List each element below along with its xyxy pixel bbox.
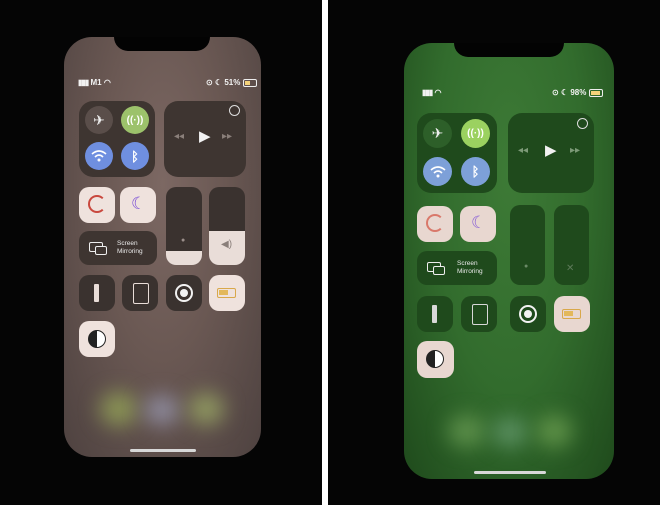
flashlight-icon [94, 284, 99, 302]
brightness-slider[interactable]: ● [510, 205, 545, 285]
status-bar: ▮▮▮ ◠ ⊙ ☾ 98% [422, 88, 603, 97]
fast-forward-icon[interactable]: ▸▸ [570, 145, 580, 156]
blurred-dock-icon [492, 417, 528, 447]
moon-icon: ☾ [214, 78, 223, 87]
airplay-icon[interactable] [229, 105, 240, 116]
screen-mirroring-button[interactable]: Screen Mirroring [79, 231, 157, 265]
dark-mode-button[interactable] [79, 321, 115, 357]
notch [114, 37, 210, 51]
bluetooth-icon: ᛒ [131, 148, 139, 164]
blurred-dock-icon [100, 392, 138, 426]
cellular-data-button[interactable]: ((·)) [121, 106, 149, 134]
music-panel: ◂◂ ▶ ▸▸ [508, 113, 594, 193]
battery-icon [588, 88, 603, 97]
notch [454, 43, 564, 57]
blurred-dock-icon [188, 393, 224, 425]
left-phone-screen: ▮▮▮ M1 ◠ ⊙ ☾ 51% ✈ ((·)) ᛒ ◂◂ ▶ ▸▸ ☾ ● ◀… [64, 37, 261, 457]
do-not-disturb-button[interactable]: ☾ [120, 187, 156, 223]
screen-mirroring-button[interactable]: Screen Mirroring [417, 251, 497, 285]
lock-rotation-icon: ⊙ [552, 88, 559, 97]
battery-icon [242, 78, 257, 87]
brightness-slider[interactable]: ● [166, 187, 202, 265]
calculator-icon [133, 283, 149, 304]
brightness-level [166, 251, 202, 265]
play-icon[interactable]: ▶ [545, 141, 557, 159]
right-photo: ▮▮▮ ◠ ⊙ ☾ 98% ✈ ((·)) ᛒ ◂◂ ▶ ▸▸ ☾ ● ✕ Sc… [328, 0, 660, 505]
music-panel: ◂◂ ▶ ▸▸ [164, 101, 246, 177]
lock-rotation-icon: ⊙ [206, 78, 213, 87]
connectivity-panel: ✈ ((·)) ᛒ [417, 113, 497, 193]
cellular-icon: ((·)) [126, 114, 144, 126]
blurred-dock-icon [448, 415, 486, 447]
brightness-icon: ● [181, 237, 186, 244]
screen-mirroring-label-2: Mirroring [457, 268, 483, 275]
rotation-lock-button[interactable] [417, 206, 453, 242]
airplane-mode-button[interactable]: ✈ [423, 119, 452, 148]
bluetooth-icon: ᛒ [471, 164, 480, 179]
screen-mirroring-label-2: Mirroring [117, 248, 143, 255]
calculator-button[interactable] [122, 275, 158, 311]
wifi-icon: ◠ [434, 88, 442, 97]
flashlight-button[interactable] [417, 296, 453, 332]
home-indicator [474, 471, 546, 474]
wifi-icon: ◠ [103, 78, 111, 87]
calculator-icon [472, 304, 488, 325]
volume-icon: ✕ [566, 263, 575, 274]
screen-record-button[interactable] [510, 296, 546, 332]
blurred-dock-icon [144, 395, 180, 425]
volume-slider[interactable]: ◀) [209, 187, 245, 265]
airplane-icon: ✈ [93, 111, 105, 128]
dark-mode-icon [426, 350, 444, 368]
volume-slider[interactable]: ✕ [554, 205, 589, 285]
brightness-icon: ● [524, 263, 529, 270]
airplane-icon: ✈ [431, 125, 444, 141]
wifi-button[interactable] [423, 157, 452, 186]
rotation-lock-icon [88, 195, 106, 213]
rewind-icon[interactable]: ◂◂ [518, 145, 528, 156]
connectivity-panel: ✈ ((·)) ᛒ [79, 101, 155, 177]
screen-record-button[interactable] [166, 275, 202, 311]
volume-icon: ◀) [221, 239, 233, 250]
low-power-button[interactable] [209, 275, 245, 311]
right-phone-screen: ▮▮▮ ◠ ⊙ ☾ 98% ✈ ((·)) ᛒ ◂◂ ▶ ▸▸ ☾ ● ✕ Sc… [404, 43, 614, 479]
flashlight-button[interactable] [79, 275, 115, 311]
left-photo: ▮▮▮ M1 ◠ ⊙ ☾ 51% ✈ ((·)) ᛒ ◂◂ ▶ ▸▸ ☾ ● ◀… [0, 0, 322, 505]
wifi-icon [91, 150, 107, 162]
bluetooth-button[interactable]: ᛒ [121, 142, 149, 170]
blurred-dock-icon [536, 415, 572, 447]
low-power-button[interactable] [554, 296, 590, 332]
screen-mirroring-label-1: Screen [117, 240, 138, 247]
status-bar: ▮▮▮ M1 ◠ ⊙ ☾ 51% [78, 78, 257, 87]
rotation-lock-button[interactable] [79, 187, 115, 223]
wifi-button[interactable] [85, 142, 113, 170]
moon-icon: ☾ [131, 194, 147, 213]
screen-mirroring-label-1: Screen [457, 260, 478, 267]
dark-mode-icon [88, 330, 106, 348]
dark-mode-button[interactable] [417, 341, 454, 378]
signal-icon: ▮▮▮ [422, 88, 433, 97]
fast-forward-icon[interactable]: ▸▸ [222, 131, 232, 142]
rotation-lock-icon [426, 214, 444, 232]
bluetooth-button[interactable]: ᛒ [461, 157, 490, 186]
cellular-data-button[interactable]: ((·)) [461, 119, 490, 148]
do-not-disturb-button[interactable]: ☾ [460, 206, 496, 242]
wifi-icon [429, 165, 446, 177]
battery-percent: 98% [570, 88, 587, 97]
moon-icon: ☾ [560, 88, 569, 97]
flashlight-icon [432, 305, 437, 323]
rewind-icon[interactable]: ◂◂ [174, 131, 184, 142]
airplane-mode-button[interactable]: ✈ [85, 106, 113, 134]
calculator-button[interactable] [461, 296, 497, 332]
signal-icon: ▮▮▮ [78, 78, 89, 87]
cellular-icon: ((·)) [467, 128, 484, 139]
battery-percent: 51% [224, 78, 241, 87]
airplay-icon[interactable] [577, 118, 588, 129]
play-icon[interactable]: ▶ [199, 127, 211, 145]
carrier-label: M1 [90, 78, 102, 87]
moon-icon: ☾ [471, 213, 487, 232]
home-indicator [130, 449, 196, 452]
